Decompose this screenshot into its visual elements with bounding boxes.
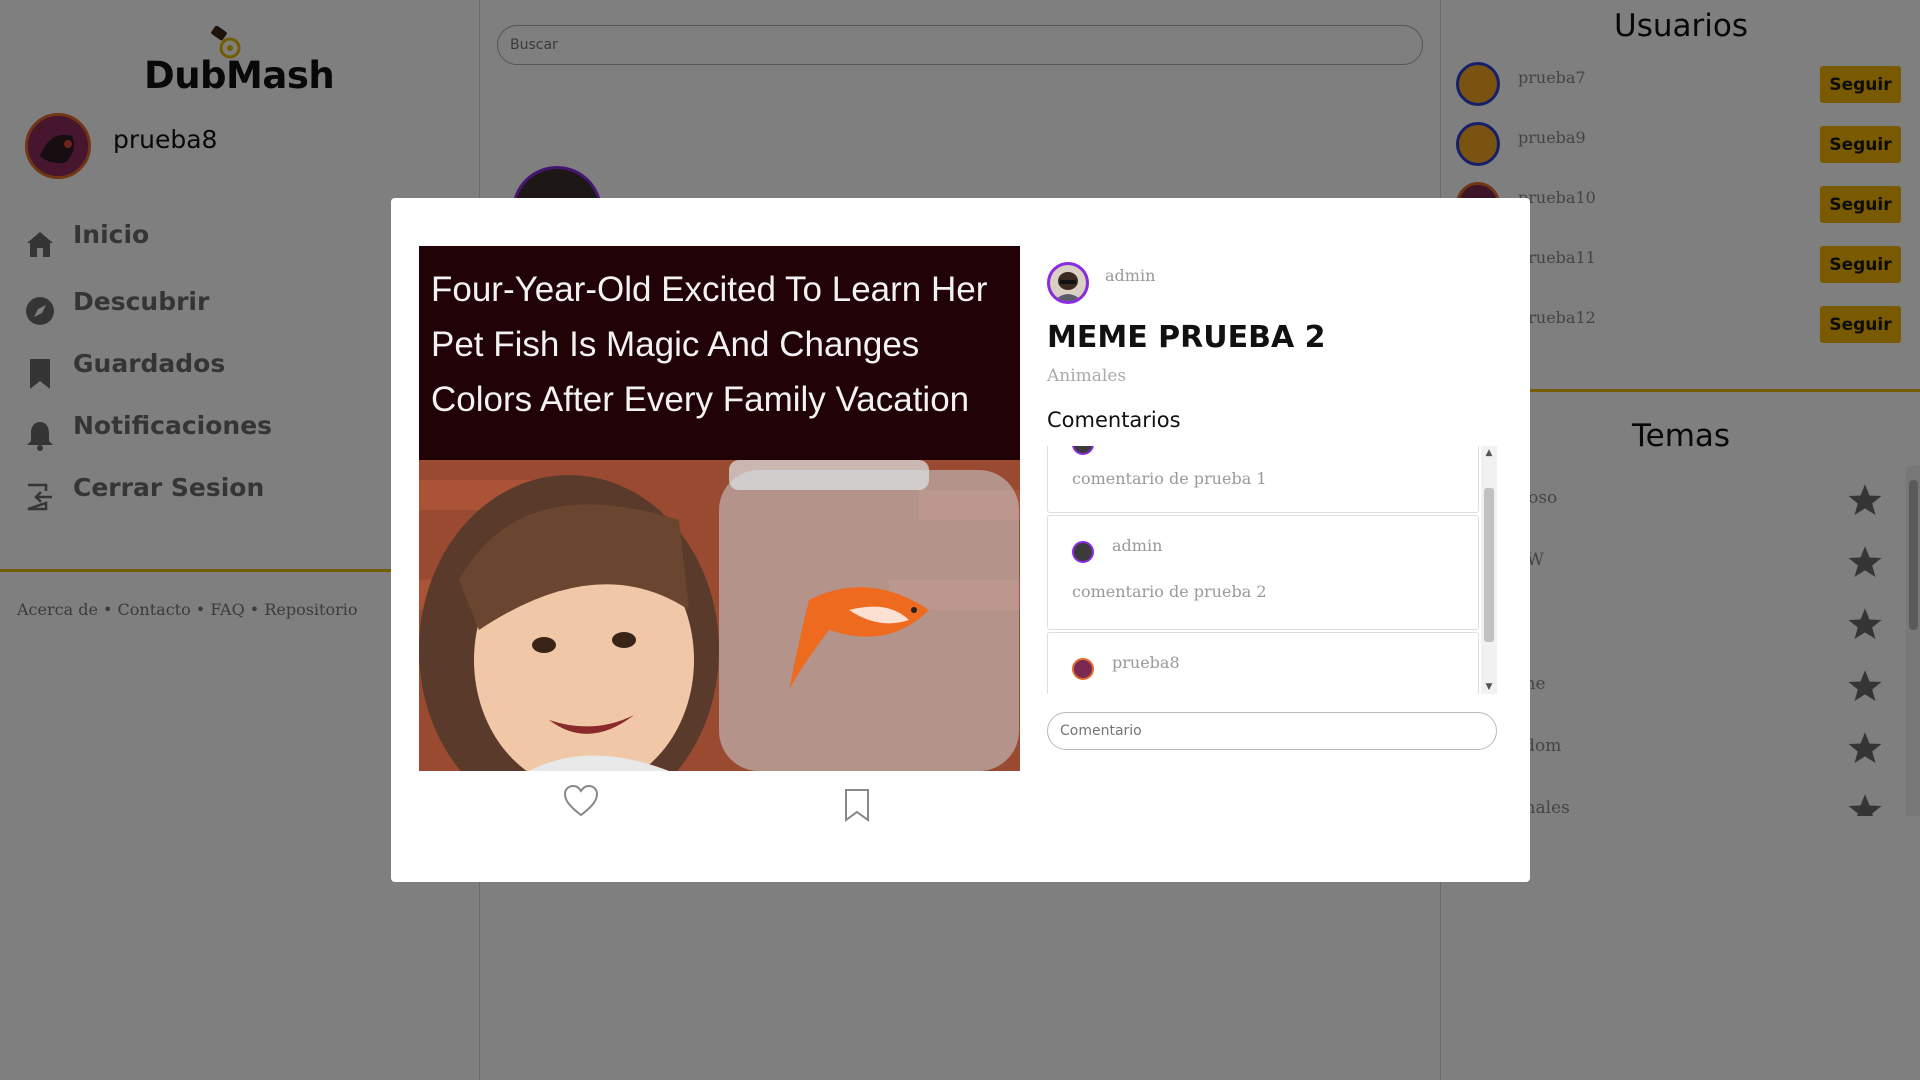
- comment-text: comentario de prueba 1: [1072, 469, 1267, 488]
- list-item: prueba8: [1047, 632, 1479, 694]
- scroll-down-icon[interactable]: ▼: [1481, 680, 1497, 694]
- author-avatar-image-icon: [1050, 265, 1086, 301]
- comment-user[interactable]: admin: [1112, 536, 1162, 555]
- comment-input[interactable]: [1047, 712, 1497, 750]
- post-title: MEME PRUEBA 2: [1047, 320, 1326, 355]
- list-item: admin comentario de prueba 2: [1047, 515, 1479, 630]
- avatar[interactable]: [1047, 262, 1089, 304]
- comment-user[interactable]: prueba8: [1112, 653, 1180, 672]
- comments-title: Comentarios: [1047, 408, 1181, 432]
- list-item: comentario de prueba 1: [1047, 446, 1479, 513]
- scroll-up-icon[interactable]: ▲: [1481, 446, 1497, 460]
- meme-image[interactable]: Four-Year-Old Excited To Learn Her Pet F…: [419, 246, 1020, 771]
- avatar[interactable]: [1072, 541, 1094, 563]
- meme-caption: Four-Year-Old Excited To Learn Her Pet F…: [431, 270, 988, 419]
- scrollbar-thumb[interactable]: [1484, 488, 1494, 642]
- avatar[interactable]: [1072, 658, 1094, 680]
- comments-scrollbar[interactable]: ▲ ▼: [1481, 446, 1497, 694]
- comments-list[interactable]: comentario de prueba 1 admin comentario …: [1047, 446, 1489, 694]
- bookmark-icon[interactable]: [843, 788, 871, 822]
- heart-icon[interactable]: [563, 784, 599, 818]
- author-name[interactable]: admin: [1105, 266, 1155, 285]
- comment-text: comentario de prueba 2: [1072, 582, 1267, 601]
- avatar[interactable]: [1072, 446, 1094, 455]
- meme-photo: [419, 460, 1020, 771]
- post-modal: Four-Year-Old Excited To Learn Her Pet F…: [391, 198, 1530, 882]
- post-topic[interactable]: Animales: [1047, 366, 1126, 386]
